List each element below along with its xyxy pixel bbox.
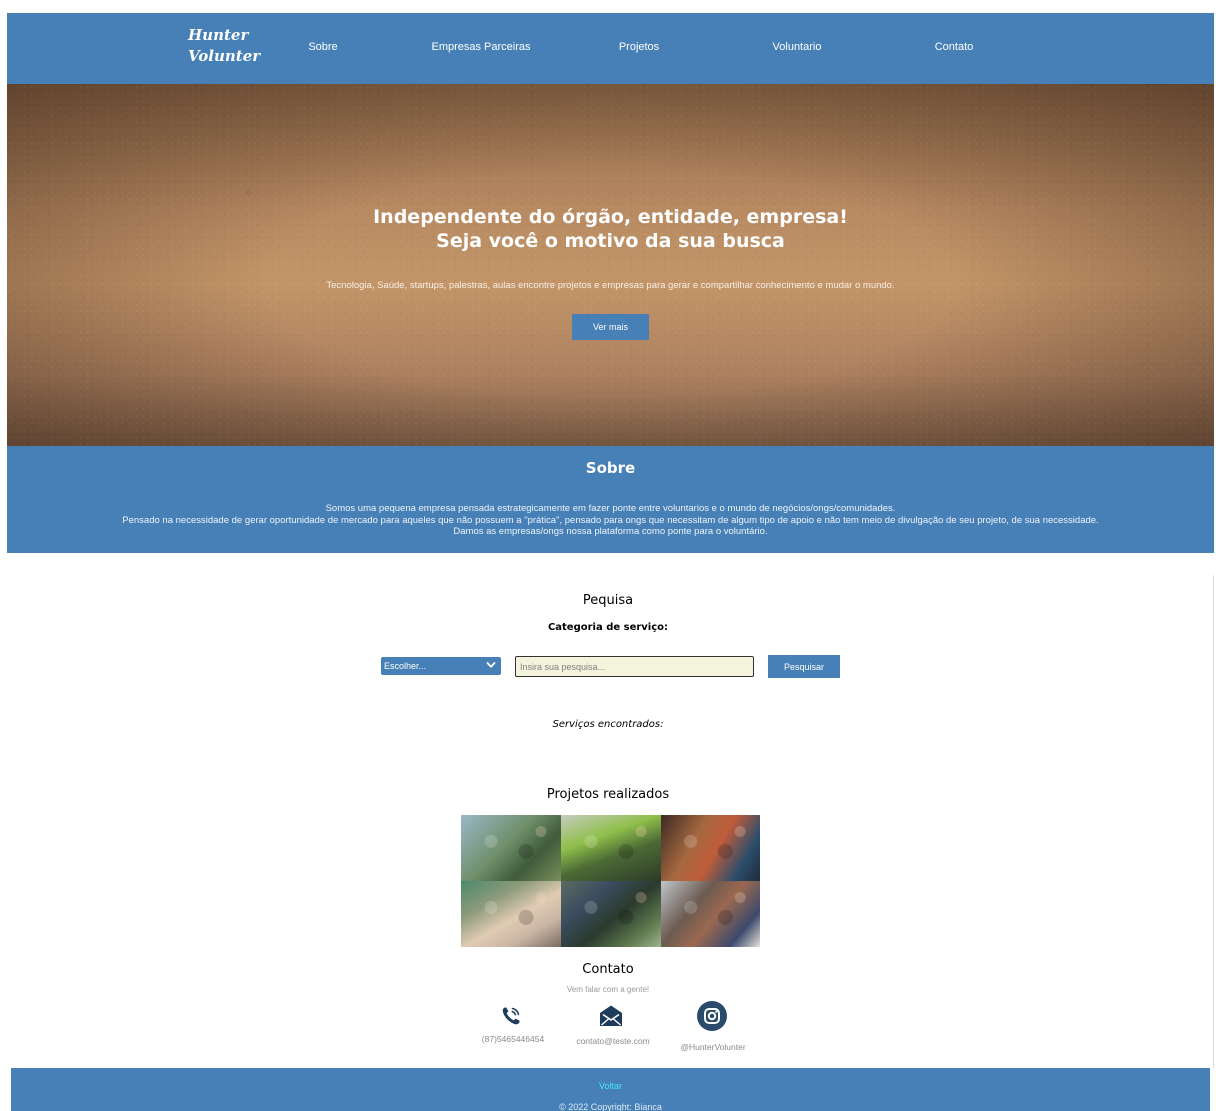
project-photo bbox=[461, 881, 561, 947]
logo-line-1: Hunter bbox=[188, 26, 249, 44]
services-found-label: Serviços encontrados: bbox=[552, 719, 664, 730]
sobre-paragraph: Somos uma pequena empresa pensada estrat… bbox=[325, 503, 896, 514]
project-photo bbox=[661, 815, 760, 881]
nav-voluntario[interactable]: Voluntario bbox=[773, 41, 822, 53]
project-photo bbox=[561, 881, 661, 947]
hero-title-line-1: Independente do órgão, entidade, empresa… bbox=[373, 206, 848, 228]
top-navbar: Hunter Volunter Sobre Empresas Parceiras… bbox=[7, 13, 1214, 84]
projects-photo-grid bbox=[461, 815, 760, 947]
project-photo bbox=[461, 815, 561, 881]
projetos-title: Projetos realizados bbox=[546, 787, 670, 802]
category-select[interactable]: Escolher... bbox=[381, 657, 501, 675]
nav-sobre[interactable]: Sobre bbox=[308, 41, 337, 53]
footer: Voltar © 2022 Copyright: Bianca bbox=[11, 1068, 1210, 1111]
contact-email: contato@teste.com bbox=[576, 1036, 650, 1046]
pesquisa-title: Pequisa bbox=[582, 593, 634, 608]
contato-subtitle: Vem falar com a gente! bbox=[566, 985, 650, 994]
nav-empresas-parceiras[interactable]: Empresas Parceiras bbox=[431, 41, 530, 53]
copyright-text: © 2022 Copyright: Bianca bbox=[559, 1102, 662, 1111]
instagram-icon[interactable] bbox=[696, 1000, 728, 1032]
brand-logo[interactable]: Hunter Volunter bbox=[188, 25, 268, 67]
chevron-down-icon bbox=[486, 662, 496, 668]
category-label: Categoria de serviço: bbox=[547, 622, 669, 633]
search-input[interactable] bbox=[515, 656, 754, 677]
phone-icon[interactable] bbox=[500, 1005, 522, 1027]
hero-texture bbox=[7, 84, 1214, 446]
project-photo bbox=[661, 881, 760, 947]
category-select-value: Escolher... bbox=[384, 661, 427, 671]
sobre-title: Sobre bbox=[585, 459, 636, 477]
nav-contato[interactable]: Contato bbox=[935, 41, 974, 53]
contato-title: Contato bbox=[582, 962, 634, 977]
contact-instagram: @HunterVolunter bbox=[680, 1042, 746, 1052]
project-photo bbox=[561, 815, 661, 881]
sobre-paragraph: Pensado na necessidade de gerar oportuni… bbox=[122, 514, 1099, 526]
sobre-section: Sobre Somos uma pequena empresa pensada … bbox=[7, 446, 1214, 553]
hero-banner: Independente do órgão, entidade, empresa… bbox=[7, 84, 1214, 446]
logo-line-2: Volunter bbox=[188, 47, 261, 65]
nav-projetos[interactable]: Projetos bbox=[619, 41, 659, 53]
ver-mais-button[interactable]: Ver mais bbox=[572, 314, 649, 340]
pesquisar-button[interactable]: Pesquisar bbox=[768, 655, 840, 678]
voltar-link[interactable]: Voltar bbox=[11, 1081, 1210, 1091]
sobre-text: Somos uma pequena empresa pensada estrat… bbox=[67, 503, 1154, 538]
hero-title-line-2: Seja você o motivo da sua busca bbox=[436, 230, 785, 252]
sobre-paragraph: Damos as empresas/ongs nossa plataforma … bbox=[453, 526, 768, 537]
mail-icon[interactable] bbox=[598, 1004, 624, 1028]
contact-phone: (87)5465446454 bbox=[481, 1034, 545, 1044]
page-divider bbox=[1213, 575, 1214, 1068]
hero-subtitle: Tecnologia, Saúde, startups, palestras, … bbox=[326, 280, 895, 291]
